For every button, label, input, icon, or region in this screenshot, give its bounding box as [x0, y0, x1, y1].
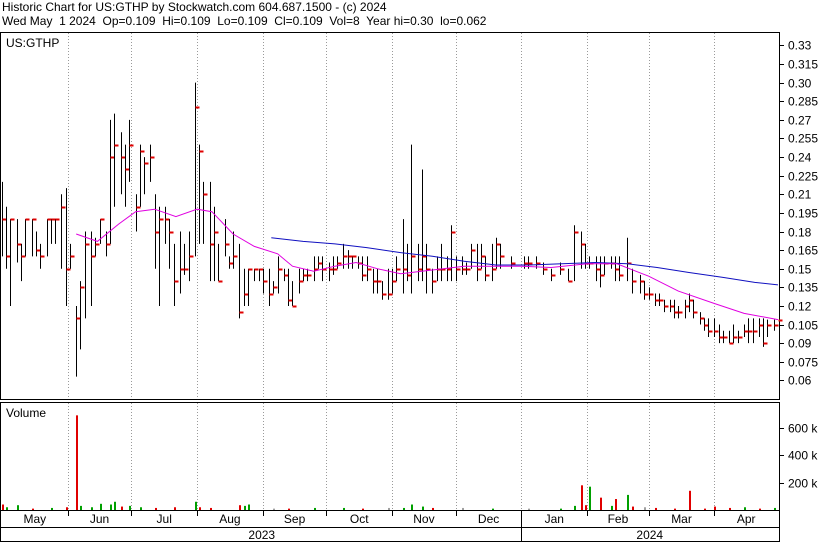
volume-bar [343, 507, 345, 510]
volume-bar [100, 503, 102, 510]
volume-bar [6, 507, 8, 510]
volume-bar [199, 507, 201, 510]
volume-bar [80, 505, 82, 510]
volume-bar [314, 507, 316, 510]
volume-bar [615, 499, 617, 510]
volume-tick-label: 400 k [788, 449, 818, 463]
price-tick-label: 0.06 [788, 374, 812, 388]
volume-bar [655, 507, 657, 510]
stock-chart: 0.33 0.315 0.30 0.285 0.27 0.255 0.24 0.225 0.21… [0, 32, 818, 542]
price-tick-label: 0.09 [788, 337, 812, 351]
volume-bar [585, 505, 587, 510]
volume-bar [422, 506, 424, 510]
volume-bar [140, 507, 142, 510]
volume-bar [704, 508, 706, 510]
volume-bar [581, 485, 583, 510]
price-tick-label: 0.30 [788, 77, 812, 91]
volume-bar [248, 504, 250, 510]
price-tick-label: 0.24 [788, 151, 812, 165]
volume-bar [462, 507, 464, 510]
volume-bar [589, 486, 591, 510]
volume-bar [91, 507, 93, 510]
year-label: 2024 [636, 528, 663, 542]
price-tick-label: 0.075 [788, 356, 818, 370]
volume-bar [155, 507, 157, 510]
month-label: Jan [545, 512, 564, 526]
price-tick-label: 0.165 [788, 244, 818, 258]
volume-bar [17, 505, 19, 510]
volume-bar [689, 490, 691, 510]
volume-bar [411, 504, 413, 510]
volume-bar [195, 501, 197, 510]
volume-bar [66, 507, 68, 510]
symbol-label: US:GTHP [6, 36, 59, 50]
volume-bar [632, 506, 634, 510]
volume-bar [362, 508, 364, 510]
volume-bar [388, 507, 390, 510]
volume-bar [32, 508, 34, 510]
price-tick-label: 0.33 [788, 39, 812, 53]
volume-bar [403, 507, 405, 510]
price-tick-label: 0.285 [788, 95, 818, 109]
volume-bar [129, 505, 131, 510]
month-label: Dec [478, 512, 499, 526]
volume-bar [644, 507, 646, 510]
month-label: Aug [219, 512, 240, 526]
price-tick-label: 0.315 [788, 58, 818, 72]
volume-bar [51, 507, 53, 510]
volume-bar [210, 507, 212, 510]
volume-bar [114, 501, 116, 510]
month-label: Feb [608, 512, 629, 526]
moving-average-short [76, 208, 779, 321]
volume-bar [759, 508, 761, 510]
price-tick-label: 0.21 [788, 188, 812, 202]
volume-bar [574, 505, 576, 510]
volume-panel-title: Volume [6, 406, 46, 420]
volume-tick-label: 600 k [788, 422, 818, 436]
volume-bar [774, 507, 776, 510]
volume-bar [611, 505, 613, 510]
volume-bar [600, 497, 602, 510]
month-label: Sep [284, 512, 306, 526]
volume-bar [239, 505, 241, 510]
volume-panel-frame [0, 402, 780, 511]
volume-tick-label: 200 k [788, 477, 818, 491]
price-tick-label: 0.225 [788, 170, 818, 184]
price-tick-label: 0.18 [788, 226, 812, 240]
volume-bar [244, 505, 246, 510]
month-label: Jun [90, 512, 109, 526]
month-label: Oct [350, 512, 369, 526]
price-tick-label: 0.195 [788, 207, 818, 221]
month-label: Apr [737, 512, 756, 526]
price-panel-frame [0, 32, 780, 400]
month-label: May [24, 512, 47, 526]
volume-bar [744, 507, 746, 510]
volume-bar [492, 508, 494, 510]
price-tick-label: 0.15 [788, 263, 812, 277]
volume-bar [288, 508, 290, 510]
month-label: Nov [413, 512, 434, 526]
volume-bar [2, 504, 4, 510]
year-label: 2023 [248, 528, 275, 542]
price-tick-label: 0.255 [788, 132, 818, 146]
month-label: Mar [671, 512, 692, 526]
volume-bar [560, 508, 562, 510]
volume-bar [76, 415, 78, 510]
volume-bar [627, 494, 629, 510]
volume-bar [528, 508, 530, 510]
volume-bar [714, 506, 716, 510]
volume-bar [432, 507, 434, 510]
volume-bar [674, 508, 676, 510]
volume-bar [110, 504, 112, 510]
month-label: Jul [157, 512, 172, 526]
price-tick-label: 0.105 [788, 319, 818, 333]
price-tick-label: 0.12 [788, 300, 812, 314]
price-tick-label: 0.135 [788, 281, 818, 295]
volume-bar [174, 507, 176, 510]
volume-bar [729, 507, 731, 510]
price-tick-label: 0.27 [788, 114, 812, 128]
volume-bar [273, 508, 275, 510]
volume-bar [121, 506, 123, 510]
